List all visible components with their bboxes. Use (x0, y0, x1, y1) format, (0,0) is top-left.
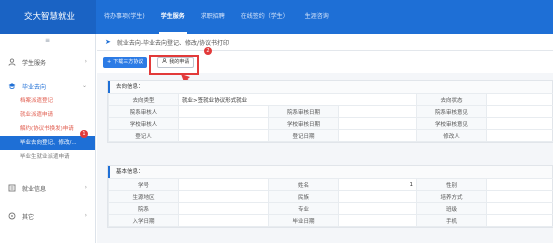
chevron-right-icon: › (84, 58, 87, 65)
nav-todo[interactable]: 待办事项(学生) (96, 0, 153, 34)
cell-label: 入学日期 (108, 214, 179, 227)
nav-online-signing[interactable]: 在线签约（学生） (233, 0, 297, 34)
cell-value (486, 214, 553, 227)
cell-label: 院系 (108, 202, 179, 215)
other-icon (8, 212, 16, 220)
sidebar-item-employment-dispatch[interactable]: 就业派遣申请 (0, 108, 95, 122)
cell-label: 性别 (416, 178, 487, 191)
sidebar-group-employment-info[interactable]: 就业信息 › (0, 180, 95, 196)
cell-value (486, 190, 553, 203)
basic-info-table: 学号 姓名 1 性别 生源地区 民族 培养方式 院系 专业 班级 入学日期 毕业… (108, 178, 553, 227)
cell-value (337, 117, 418, 130)
cell-label: 生源地区 (108, 190, 179, 203)
cell-value (178, 190, 269, 203)
cell-value (178, 178, 269, 191)
cell-value (337, 105, 418, 118)
student-icon (8, 58, 16, 66)
cell-value (486, 117, 553, 130)
cell-value: 就业>签就业协议形式就业 (177, 93, 418, 106)
top-bar: 交大智慧就业 待办事项(学生) 学生服务 求职招聘 在线签约（学生） 生涯咨询 (0, 0, 553, 34)
cell-value (178, 117, 269, 130)
cell-label: 去向状态 (416, 93, 488, 106)
main-content: ➤ 就业去向-毕业去向登记、修改/协议书打印 + 下载三方协议 我的申请 2 去… (97, 34, 553, 243)
cell-label: 毕业日期 (268, 214, 339, 227)
cell-value (178, 129, 269, 142)
sidebar-item-label: 毕业去向登记、修改/... (20, 140, 77, 146)
cell-label: 学校审核人 (108, 117, 179, 130)
table-row: 登记人 登记日期 修改人 (108, 129, 553, 142)
cell-label: 登记人 (108, 129, 179, 142)
cell-value (486, 202, 553, 215)
cell-label: 修改人 (416, 129, 488, 142)
graduation-icon (8, 82, 16, 90)
cell-value (178, 214, 269, 227)
sidebar-item-archive-dispatch[interactable]: 档案派遣登记 (0, 94, 95, 108)
cell-label: 民族 (268, 190, 339, 203)
nav-career-consulting[interactable]: 生涯咨询 (297, 0, 337, 34)
cell-value (338, 202, 417, 215)
sidebar-group-label: 其它 (22, 213, 35, 221)
sidebar-group-student-service[interactable]: 学生服务 › (0, 54, 95, 70)
sidebar-group-graduation[interactable]: 毕业去向 ⌄ (0, 78, 95, 94)
step-badge-1: 1 (80, 130, 88, 138)
chevron-down-icon: ⌄ (81, 82, 87, 89)
sidebar-item-destination-register[interactable]: 毕业去向登记、修改/... 1 (0, 130, 95, 150)
table-row: 生源地区 民族 培养方式 (108, 190, 553, 203)
cell-value (486, 105, 553, 118)
chevron-right-icon: › (84, 212, 87, 219)
destination-info-table: 去向类型 就业>签就业协议形式就业 去向状态 院系审核人 院系审核日期 院系审核… (108, 93, 553, 142)
cell-value (486, 129, 553, 142)
cell-label: 去向类型 (108, 93, 179, 106)
sidebar-group-label: 毕业去向 (22, 83, 47, 91)
menu-icon: ≡ (44, 36, 51, 44)
sidebar: ≡ 学生服务 › 毕业去向 ⌄ 档案派遣登记 就业派遣申请 解约(协议书换发)申… (0, 34, 96, 243)
cell-value (337, 129, 418, 142)
sidebar-collapse-button[interactable]: ≡ (0, 34, 95, 46)
cell-label: 姓名 (268, 178, 339, 191)
basic-info-panel: 基本信息： 学号 姓名 1 性别 生源地区 民族 培养方式 院系 专业 班级 入… (107, 165, 553, 228)
sidebar-group-label: 学生服务 (22, 59, 47, 67)
cell-value (338, 190, 417, 203)
cell-value: 1 (338, 178, 417, 191)
cell-label: 学校审核意见 (416, 117, 488, 130)
cell-label: 学号 (108, 178, 179, 191)
cell-label: 院系审核意见 (416, 105, 488, 118)
destination-info-panel: 去向信息： 去向类型 就业>签就业协议形式就业 去向状态 院系审核人 院系审核日… (107, 80, 553, 143)
cell-value (486, 178, 553, 191)
cell-label: 学校审核日期 (268, 117, 339, 130)
cell-label: 培养方式 (416, 190, 487, 203)
info-icon (8, 184, 16, 192)
cell-value (178, 202, 269, 215)
cell-label: 院系审核日期 (268, 105, 339, 118)
table-row: 去向类型 就业>签就业协议形式就业 去向状态 (108, 93, 553, 106)
app-title[interactable]: 交大智慧就业 (0, 0, 96, 34)
sidebar-group-other[interactable]: 其它 › (0, 208, 95, 224)
chevron-right-icon: › (84, 184, 87, 191)
cell-label: 专业 (268, 202, 339, 215)
cell-label: 登记日期 (268, 129, 339, 142)
sidebar-group-label: 就业信息 (22, 185, 47, 193)
table-row: 院系 专业 班级 (108, 202, 553, 215)
table-row: 学校审核人 学校审核日期 学校审核意见 (108, 117, 553, 130)
table-row: 入学日期 毕业日期 手机 (108, 214, 553, 227)
cell-value (486, 93, 553, 106)
nav-job-recruitment[interactable]: 求职招聘 (193, 0, 233, 34)
table-row: 院系审核人 院系审核日期 院系审核意见 (108, 105, 553, 118)
cell-label: 手机 (416, 214, 487, 227)
panel-title: 基本信息： (108, 166, 552, 178)
cell-value (338, 214, 417, 227)
table-row: 学号 姓名 1 性别 (108, 178, 553, 191)
nav-student-service[interactable]: 学生服务 (153, 0, 193, 34)
top-nav: 待办事项(学生) 学生服务 求职招聘 在线签约（学生） 生涯咨询 (96, 0, 337, 34)
sidebar-item-graduate-dispatch[interactable]: 毕业生就业派遣申请 (0, 150, 95, 164)
cell-label: 院系审核人 (108, 105, 179, 118)
panel-title: 去向信息： (108, 81, 552, 93)
cell-label: 班级 (416, 202, 487, 215)
cell-value (178, 105, 269, 118)
